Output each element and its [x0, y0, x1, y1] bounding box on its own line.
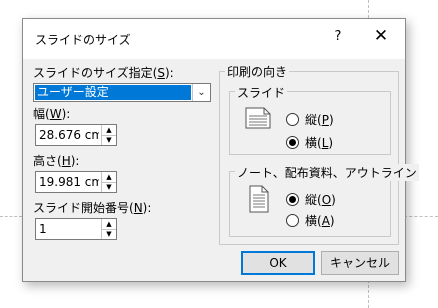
help-button[interactable]: ?	[331, 29, 345, 44]
height-label: 高さ(H):	[33, 154, 80, 168]
start-number-decrement-icon[interactable]: ▼	[102, 229, 116, 239]
ok-button[interactable]: OK	[241, 251, 315, 275]
slide-size-value: ユーザー設定	[35, 85, 191, 100]
slide-guide-horizontal	[0, 216, 22, 217]
start-number-input[interactable]: 1	[39, 222, 99, 236]
slides-portrait-label[interactable]: 縦(P)	[305, 111, 334, 128]
landscape-page-icon	[245, 107, 271, 129]
notes-portrait-radio[interactable]	[286, 193, 299, 206]
slide-size-dialog: スライドのサイズ ? ✕ スライドのサイズ指定(S): ユーザー設定 ⌄ 幅(W…	[22, 18, 419, 282]
width-input[interactable]: 28.676 cm	[39, 128, 99, 142]
title-bar: スライドのサイズ ? ✕	[23, 19, 405, 59]
portrait-page-icon	[249, 185, 269, 213]
width-decrement-icon[interactable]: ▼	[102, 135, 116, 145]
slides-portrait-radio[interactable]	[286, 113, 299, 126]
slide-size-dropdown[interactable]: ユーザー設定 ⌄	[33, 83, 211, 102]
dialog-title: スライドのサイズ	[35, 33, 131, 47]
width-spinner[interactable]: 28.676 cm ▲ ▼	[35, 124, 117, 146]
notes-landscape-label[interactable]: 横(A)	[305, 212, 335, 229]
notes-landscape-radio[interactable]	[286, 214, 299, 227]
start-number-spinner[interactable]: 1 ▲ ▼	[35, 218, 117, 240]
slide-size-label: スライドのサイズ指定(S):	[33, 66, 174, 80]
notes-portrait-label[interactable]: 縦(O)	[305, 191, 336, 208]
height-input[interactable]: 19.981 cm	[39, 175, 99, 189]
width-label: 幅(W):	[33, 107, 71, 121]
slide-guide-horizontal	[404, 216, 438, 217]
slides-landscape-radio[interactable]	[286, 136, 299, 149]
slides-landscape-label[interactable]: 横(L)	[305, 134, 333, 151]
start-number-label: スライド開始番号(N):	[33, 201, 152, 215]
chevron-down-icon[interactable]: ⌄	[192, 84, 210, 101]
close-button[interactable]: ✕	[371, 26, 391, 46]
height-decrement-icon[interactable]: ▼	[102, 182, 116, 192]
cancel-button[interactable]: キャンセル	[321, 251, 399, 275]
height-spinner[interactable]: 19.981 cm ▲ ▼	[35, 171, 117, 193]
slides-group-title: スライド	[235, 84, 288, 101]
notes-group-title: ノート、配布資料、アウトライン	[235, 164, 419, 181]
orientation-group-title: 印刷の向き	[225, 63, 290, 80]
